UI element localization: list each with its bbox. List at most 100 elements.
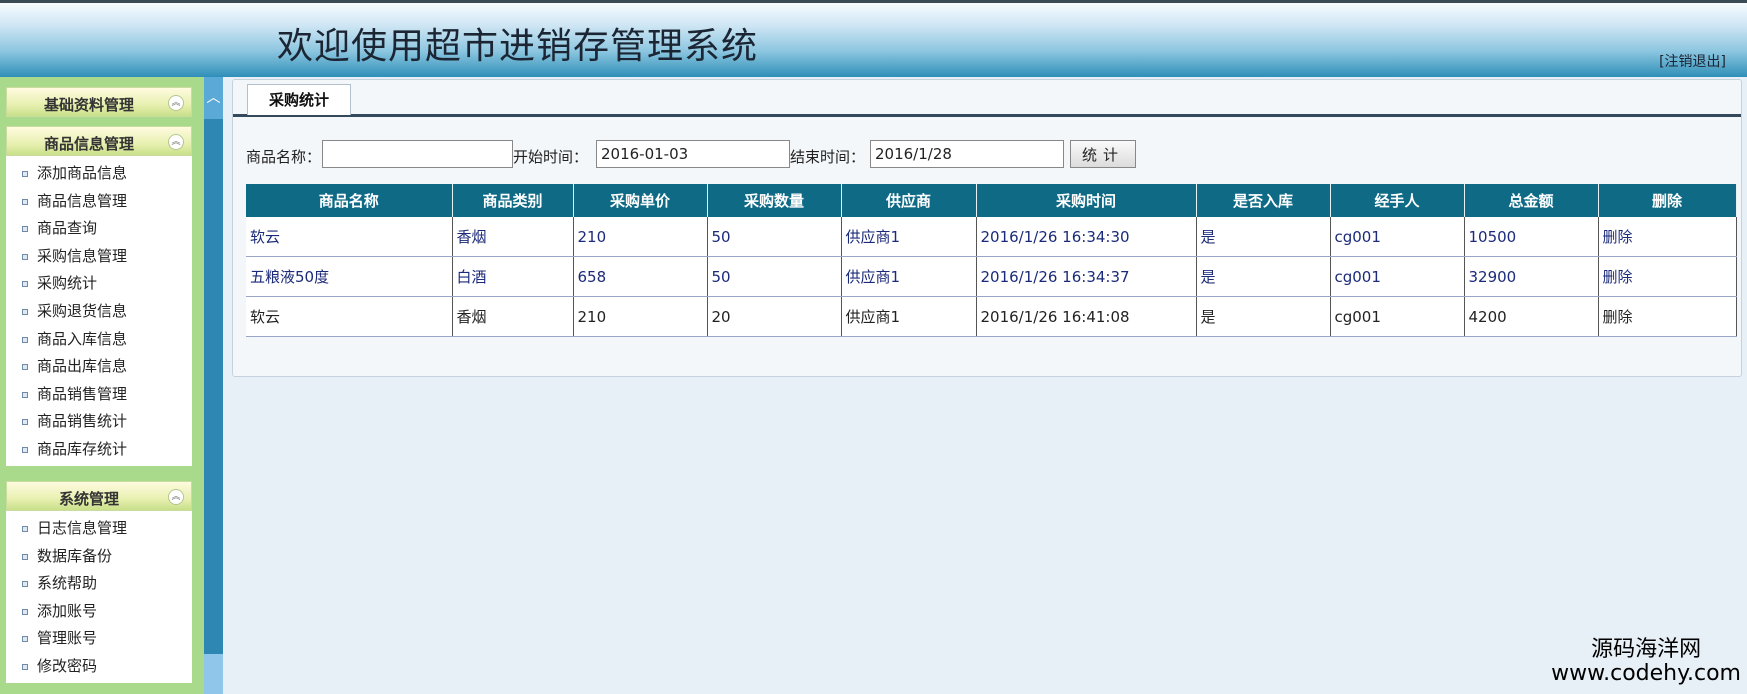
- sidebar-item-label: 数据库备份: [37, 546, 113, 565]
- table-cell: 2016/1/26 16:34:37: [976, 256, 1197, 297]
- bullet-icon: [22, 253, 28, 260]
- sidebar-item-label: 添加商品信息: [37, 164, 128, 182]
- table-row: 软云 香烟 210 50 供应商1 2016/1/26 16:34:30 是 cg001 105…: [246, 217, 1737, 257]
- bullet-icon: [22, 446, 28, 453]
- menu-head-label: 商品信息管理: [43, 135, 134, 153]
- bullet-icon: [22, 553, 28, 560]
- sidebar-item-label: 修改密码: [37, 656, 98, 675]
- sidebar-item-label: 商品销售管理: [37, 384, 128, 403]
- table-cell: 是: [1196, 256, 1331, 297]
- end-time-input[interactable]: [870, 140, 1064, 168]
- sidebar-item[interactable]: 日志信息管理: [6, 515, 192, 543]
- table-cell: 香烟: [452, 296, 574, 337]
- table-cell: 供应商1: [841, 217, 977, 257]
- menu-head-basic[interactable]: 基础资料管理 ︽: [6, 87, 192, 117]
- menu-list-system: 日志信息管理数据库备份系统帮助添加账号管理账号修改密码: [6, 511, 192, 683]
- menu-head-goods[interactable]: 商品信息管理 ︽: [6, 126, 192, 156]
- menu-head-system[interactable]: 系统管理 ︽: [6, 481, 192, 511]
- column-header: 经手人: [1330, 184, 1465, 217]
- delete-link[interactable]: 删除: [1598, 296, 1737, 337]
- bullet-icon: [22, 308, 28, 315]
- sidebar-item[interactable]: 商品库存统计: [6, 436, 192, 464]
- sidebar-item-label: 商品出库信息: [37, 357, 128, 376]
- sidebar-item[interactable]: 商品入库信息: [6, 326, 192, 354]
- stats-button[interactable]: 统计: [1070, 140, 1136, 168]
- table-cell: cg001: [1330, 217, 1465, 257]
- header: 欢迎使用超市进销存管理系统 [注销退出]: [0, 0, 1747, 77]
- sidebar-item[interactable]: 商品查询: [6, 215, 192, 243]
- menu-head-label: 基础资料管理: [43, 96, 134, 114]
- collapse-sidebar-icon[interactable]: ︿: [204, 77, 223, 119]
- table-cell: 32900: [1464, 256, 1599, 297]
- collapse-icon[interactable]: ︽: [168, 489, 184, 505]
- table-cell: 香烟: [452, 217, 574, 257]
- table-cell: 210: [573, 217, 708, 257]
- column-header: 采购时间: [976, 184, 1197, 217]
- table-cell[interactable]: 软云: [246, 296, 453, 337]
- bullet-icon: [22, 608, 28, 615]
- table-body: 软云 香烟 210 50 供应商1 2016/1/26 16:34:30 是 cg001 105…: [246, 217, 1737, 337]
- table-cell: 10500: [1464, 217, 1599, 257]
- sidebar-item[interactable]: 添加商品信息: [6, 160, 192, 188]
- sidebar-item-label: 添加账号: [37, 601, 98, 620]
- sidebar-item[interactable]: 商品销售统计: [6, 408, 192, 436]
- watermark-line1: 源码海洋网: [1591, 637, 1702, 662]
- product-name-input[interactable]: [322, 140, 513, 168]
- tab-purchase-stats[interactable]: 采购统计: [247, 84, 351, 115]
- column-header: 供应商: [841, 184, 977, 217]
- menu-list-goods: 添加商品信息 商品信息管理 商品查询 采购信息管理 采购统计 采购退货信息 商品入库信息 商品…: [6, 156, 192, 466]
- delete-link[interactable]: 删除: [1598, 256, 1737, 297]
- sidebar-item-label: 商品查询: [37, 219, 98, 238]
- bullet-icon: [22, 526, 28, 532]
- sidebar-item[interactable]: 管理账号: [6, 625, 192, 653]
- table-cell: cg001: [1330, 256, 1465, 297]
- start-time-input[interactable]: [596, 140, 790, 168]
- sidebar-splitter[interactable]: ︿: [204, 77, 223, 694]
- column-header: 采购单价: [573, 184, 708, 217]
- bullet-icon: [22, 581, 28, 588]
- table-cell[interactable]: 软云: [246, 217, 453, 257]
- table-cell: 供应商1: [841, 296, 977, 337]
- bullet-icon: [22, 281, 28, 288]
- table-row: 五粮液50度 白酒 658 50 供应商1 2016/1/26 16:34:37 是 cg00…: [246, 256, 1737, 297]
- bullet-icon: [22, 364, 28, 371]
- collapse-icon[interactable]: ︽: [168, 134, 184, 150]
- table-cell: 2016/1/26 16:34:30: [976, 217, 1197, 257]
- logout-link[interactable]: [注销退出]: [1659, 51, 1726, 71]
- column-header: 采购数量: [707, 184, 842, 217]
- sidebar-item[interactable]: 系统帮助: [6, 570, 192, 598]
- sidebar-item[interactable]: 修改密码: [6, 653, 192, 681]
- table-cell[interactable]: 五粮液50度: [246, 256, 453, 297]
- sidebar-item-label: 采购退货信息: [37, 301, 128, 320]
- column-header: 商品名称: [246, 184, 453, 217]
- sidebar-item[interactable]: 添加账号: [6, 598, 192, 626]
- column-header: 删除: [1598, 184, 1737, 217]
- sidebar-item[interactable]: 采购信息管理: [6, 243, 192, 271]
- table-cell: 是: [1196, 217, 1331, 257]
- sidebar-item[interactable]: 商品出库信息: [6, 353, 192, 381]
- sidebar-item[interactable]: 商品销售管理: [6, 381, 192, 409]
- column-header: 总金额: [1464, 184, 1599, 217]
- table-cell: cg001: [1330, 296, 1465, 337]
- sidebar-item[interactable]: 采购退货信息: [6, 298, 192, 326]
- sidebar-item-label: 采购统计: [37, 274, 98, 293]
- bullet-icon: [22, 171, 28, 177]
- sidebar-item[interactable]: 商品信息管理: [6, 188, 192, 216]
- purchase-table: 商品名称 商品类别 采购单价 采购数量 供应商 采购时间 是否入库 经手人 总金额 删除 软云 香烟…: [246, 184, 1737, 337]
- table-cell: 供应商1: [841, 256, 977, 297]
- column-header: 商品类别: [452, 184, 574, 217]
- table-cell: 658: [573, 256, 708, 297]
- menu-group-goods: 商品信息管理 ︽ 添加商品信息 商品信息管理 商品查询 采购信息管理 采购统计 采购退货信…: [6, 126, 192, 466]
- product-name-label: 商品名称：: [246, 148, 322, 166]
- table-cell: 4200: [1464, 296, 1599, 337]
- delete-link[interactable]: 删除: [1598, 217, 1737, 257]
- sidebar-item[interactable]: 数据库备份: [6, 543, 192, 571]
- collapse-icon[interactable]: ︽: [168, 95, 184, 111]
- app-title: 欢迎使用超市进销存管理系统: [277, 26, 759, 67]
- main-panel: 采购统计 商品名称： 开始时间： 结束时间： 统计 商品名称商品类别采购单价采购…: [232, 79, 1742, 377]
- bullet-icon: [22, 198, 28, 205]
- table-header-row: 商品名称 商品类别 采购单价 采购数量 供应商 采购时间 是否入库 经手人 总金额 删除: [246, 184, 1737, 217]
- bullet-icon: [22, 636, 28, 643]
- sidebar-item[interactable]: 采购统计: [6, 270, 192, 298]
- sidebar-item-label: 系统帮助: [37, 574, 98, 593]
